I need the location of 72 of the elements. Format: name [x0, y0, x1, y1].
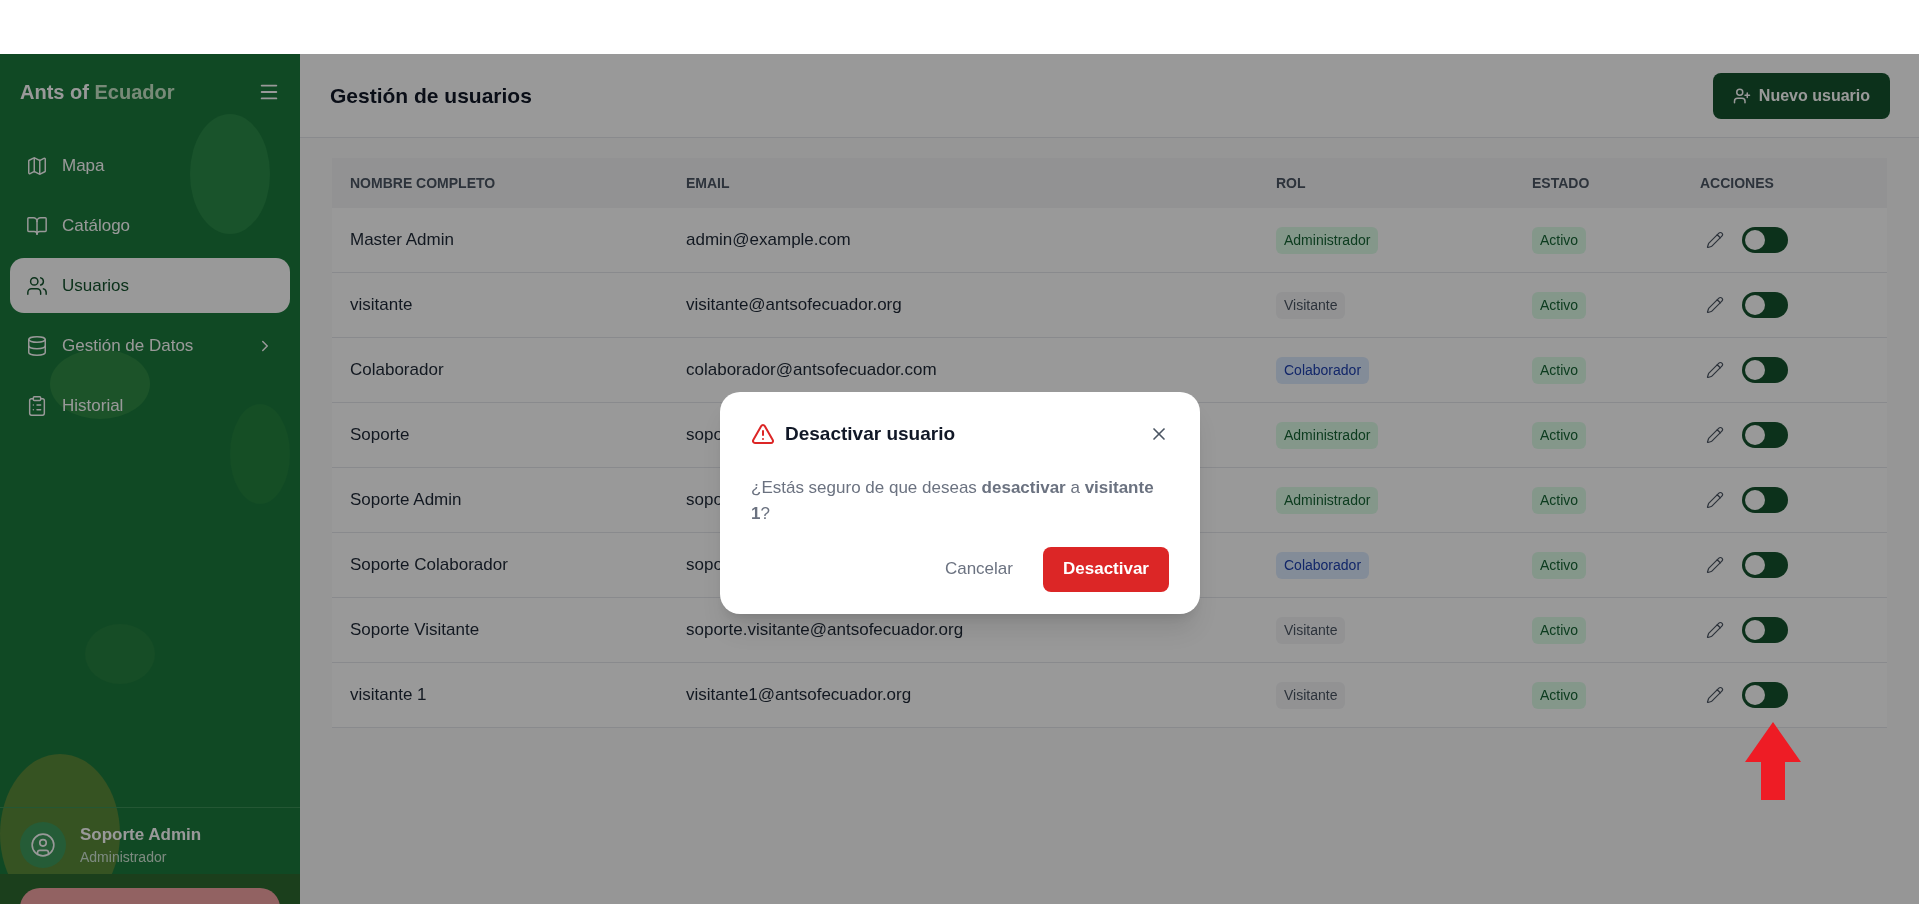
- database-icon: [26, 334, 48, 357]
- book-icon: [26, 214, 48, 237]
- table-cell-text: Soporte Admin: [350, 489, 462, 512]
- edit-icon[interactable]: [1706, 231, 1724, 249]
- column-header: ROL: [1276, 173, 1307, 193]
- role-badge: Administrador: [1276, 486, 1379, 514]
- role-badge: Visitante: [1276, 616, 1346, 644]
- status-badge: Activo: [1532, 291, 1587, 319]
- sidebar-item[interactable]: Historial: [10, 378, 290, 433]
- deactivate-button[interactable]: Desactivar: [1043, 546, 1169, 592]
- toggle-switch[interactable]: [1742, 357, 1788, 383]
- user-role: Administrador: [80, 848, 168, 867]
- column-header: ACCIONES: [1700, 173, 1775, 193]
- table-cell-text: visitante@antsofecuador.org: [686, 294, 902, 317]
- table-cell-text: Master Admin: [350, 229, 454, 252]
- up-arrow-icon: [1745, 722, 1801, 800]
- sidebar-item[interactable]: Gestión de Datos: [10, 318, 290, 373]
- role-badge: Visitante: [1276, 291, 1346, 319]
- status-badge: Activo: [1532, 616, 1587, 644]
- toggle-switch[interactable]: [1742, 422, 1788, 448]
- status-badge: Activo: [1532, 421, 1587, 449]
- warning-icon: [751, 422, 775, 447]
- status-badge: Activo: [1532, 486, 1587, 514]
- dialog-message: ¿Estás seguro de que deseas desactivar a visitante 1?: [751, 476, 1155, 525]
- user-name: Soporte Admin: [80, 823, 202, 846]
- status-badge: Activo: [1532, 226, 1587, 254]
- role-badge: Colaborador: [1276, 551, 1370, 579]
- sidebar-item[interactable]: Catálogo: [10, 198, 290, 253]
- edit-icon[interactable]: [1706, 556, 1724, 574]
- clipboard-icon: [26, 394, 48, 417]
- table-cell-text: visitante1@antsofecuador.org: [686, 684, 912, 707]
- edit-icon[interactable]: [1706, 426, 1724, 444]
- toggle-switch[interactable]: [1742, 682, 1788, 708]
- edit-icon[interactable]: [1706, 686, 1724, 704]
- toggle-switch[interactable]: [1742, 487, 1788, 513]
- column-header: NOMBRE COMPLETO: [350, 173, 497, 193]
- table-cell-text: colaborador@antsofecuador.com: [686, 359, 937, 382]
- edit-icon[interactable]: [1706, 361, 1724, 379]
- table-cell-text: soporte.visitante@antsofecuador.org: [686, 619, 964, 642]
- table-cell-text: Soporte Visitante: [350, 619, 480, 642]
- toggle-switch[interactable]: [1742, 292, 1788, 318]
- column-header: ESTADO: [1532, 173, 1591, 193]
- sidebar-item[interactable]: Mapa: [10, 138, 290, 193]
- status-badge: Activo: [1532, 356, 1587, 384]
- table-cell-text: visitante 1: [350, 684, 427, 707]
- toggle-switch[interactable]: [1742, 617, 1788, 643]
- table-cell-text: admin@example.com: [686, 229, 851, 252]
- sidebar-item[interactable]: Usuarios: [10, 258, 290, 313]
- toggle-switch[interactable]: [1742, 227, 1788, 253]
- status-badge: Activo: [1532, 551, 1587, 579]
- map-icon: [26, 154, 48, 177]
- role-badge: Visitante: [1276, 681, 1346, 709]
- role-badge: Administrador: [1276, 421, 1379, 449]
- role-badge: Colaborador: [1276, 356, 1370, 384]
- table-cell-text: Soporte: [350, 424, 410, 447]
- role-badge: Administrador: [1276, 226, 1379, 254]
- edit-icon[interactable]: [1706, 296, 1724, 314]
- edit-icon[interactable]: [1706, 491, 1724, 509]
- new-user-button[interactable]: Nuevo usuario: [1712, 72, 1890, 119]
- column-header: EMAIL: [686, 173, 731, 193]
- user-plus-icon: [1732, 86, 1751, 105]
- users-icon: [26, 274, 48, 297]
- table-cell-text: Colaborador: [350, 359, 444, 382]
- brand-title: Ants of Ecuador: [20, 80, 175, 105]
- table-cell-text: Soporte Colaborador: [350, 554, 508, 577]
- cancel-button[interactable]: Cancelar: [944, 556, 1013, 582]
- page-title: Gestión de usuarios: [330, 82, 532, 109]
- edit-icon[interactable]: [1706, 621, 1724, 639]
- status-badge: Activo: [1532, 681, 1587, 709]
- table-cell-text: visitante: [350, 294, 413, 317]
- toggle-switch[interactable]: [1742, 552, 1788, 578]
- dialog-title: Desactivar usuario: [785, 422, 957, 446]
